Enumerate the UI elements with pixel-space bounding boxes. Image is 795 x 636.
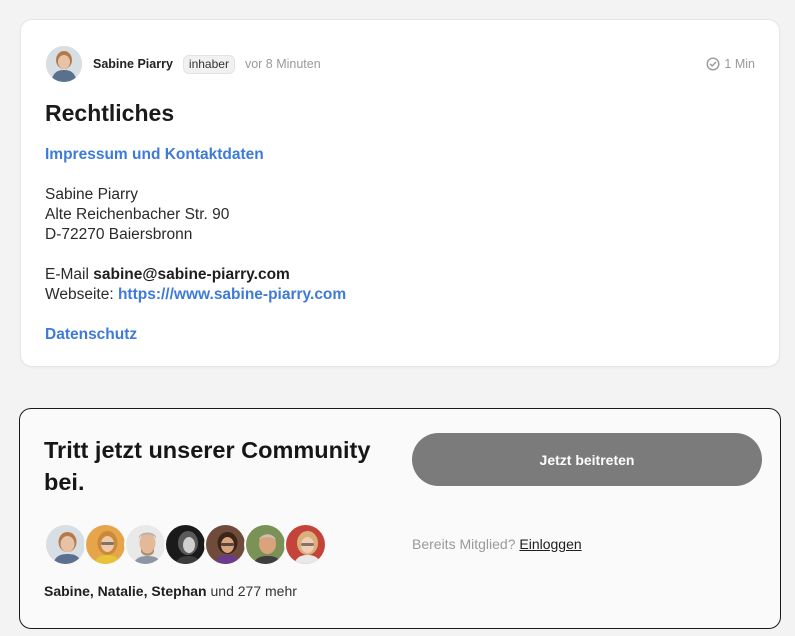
role-badge: inhaber — [182, 54, 235, 74]
post-body: Impressum und Kontaktdaten Sabine Piarry… — [45, 145, 725, 345]
member-avatar — [204, 523, 247, 566]
address-line-2: Alte Reichenbacher Str. 90 — [45, 206, 230, 223]
author-name[interactable]: Sabine Piarry — [93, 57, 173, 71]
email-label: E-Mail — [45, 266, 89, 283]
post-card: Sabine Piarry inhaber vor 8 Minuten 1 Mi… — [20, 19, 780, 367]
member-avatar — [284, 523, 327, 566]
address-line-1: Sabine Piarry — [45, 186, 139, 203]
post-header: Sabine Piarry inhaber vor 8 Minuten 1 Mi… — [46, 44, 755, 84]
check-circle-icon — [706, 57, 720, 71]
member-avatar — [124, 523, 167, 566]
post-timestamp: vor 8 Minuten — [244, 57, 321, 71]
member-avatar — [244, 523, 287, 566]
community-title: Tritt jetzt unserer Community bei. — [44, 437, 371, 495]
read-time: 1 Min — [706, 57, 755, 71]
login-prompt: Bereits Mitglied? Einloggen — [412, 536, 582, 552]
member-avatar — [84, 523, 127, 566]
member-avatar — [44, 523, 87, 566]
post-title: Rechtliches — [45, 100, 175, 126]
member-avatars — [44, 523, 327, 567]
datenschutz-heading-link[interactable]: Datenschutz — [45, 325, 725, 345]
impressum-heading-link[interactable]: Impressum und Kontaktdaten — [45, 145, 725, 165]
email-value: sabine@sabine-piarry.com — [93, 266, 290, 283]
author-avatar[interactable] — [46, 46, 82, 82]
already-member-text: Bereits Mitglied? — [412, 536, 516, 552]
member-avatar — [164, 523, 207, 566]
address-line-3: D-72270 Baiersbronn — [45, 226, 193, 243]
login-link[interactable]: Einloggen — [519, 536, 581, 552]
join-community-button[interactable]: Jetzt beitreten — [412, 433, 762, 486]
member-names: Sabine, Natalie, Stephan — [44, 583, 207, 599]
website-link[interactable]: https:///www.sabine-piarry.com — [118, 286, 346, 303]
members-summary: Sabine, Natalie, Stephan und 277 mehr — [44, 583, 297, 599]
email-row: E-Mail sabine@sabine-piarry.com — [45, 265, 725, 285]
members-more: und 277 mehr — [210, 583, 297, 599]
website-label: Webseite: — [45, 286, 114, 303]
read-time-label: 1 Min — [724, 57, 755, 71]
website-row: Webseite: https:///www.sabine-piarry.com — [45, 285, 725, 305]
community-join-card: Tritt jetzt unserer Community bei. Jetzt… — [19, 408, 781, 629]
